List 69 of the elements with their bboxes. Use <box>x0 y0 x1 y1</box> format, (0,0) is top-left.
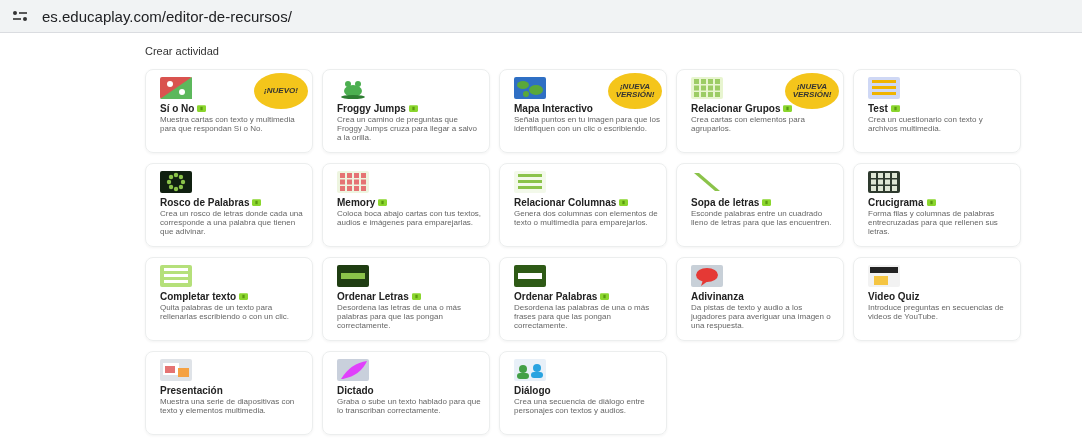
people-icon <box>514 359 546 381</box>
activity-title: Sí o No <box>160 103 195 114</box>
activity-card[interactable]: Dictado Graba o sube un texto hablado para que lo transcriban correctamente. <box>322 351 490 435</box>
activity-description: Quita palabras de un texto para rellenarlas escribiendo o con un clic. <box>160 303 290 321</box>
activity-title: Ordenar Letras <box>337 291 409 302</box>
activity-description: Crea un rosco de letras donde cada una corresponde a una palabra que tienen que adivinar. <box>160 209 304 236</box>
activity-title: Relacionar Columnas <box>514 197 617 208</box>
activity-card[interactable]: Sopa de letras Esconde palabras entre un cuadrado lleno de letras para que las encuentren. <box>676 163 844 247</box>
activity-description: Forma filas y columnas de palabras entrecruzadas para que rellenen sus letras. <box>868 209 999 236</box>
activity-title: Presentación <box>160 385 223 396</box>
question-bubble-icon <box>691 265 723 287</box>
card-grid-icon <box>337 171 369 193</box>
activity-title: Crucigrama <box>868 197 924 208</box>
map-icon <box>514 77 546 99</box>
activity-description: Crea una secuencia de diálogo entre personajes con textos y audios. <box>514 397 646 415</box>
activity-title: Video Quiz <box>868 291 920 302</box>
feather-icon <box>337 359 369 381</box>
new-seal: ¡NUEVA VERSIÓN! <box>608 73 662 109</box>
activity-description: Muestra una serie de diapositivas con texto y elementos multimedia. <box>160 397 296 415</box>
new-seal: ¡NUEVO! <box>254 73 308 109</box>
activity-title: Froggy Jumps <box>337 103 406 114</box>
activity-description: Crea cartas con elementos para agruparlos. <box>691 115 806 133</box>
activity-title: Sopa de letras <box>691 197 760 208</box>
activity-description: Crea un cuestionario con texto y archivos multimedia. <box>868 115 984 133</box>
activity-title: Relacionar Grupos <box>691 103 781 114</box>
activity-description: Muestra cartas con texto y multimedia para que respondan Sí o No. <box>160 115 296 133</box>
new-seal: ¡NUEVA VERSIÓN! <box>785 73 839 109</box>
site-settings-icon[interactable] <box>12 10 28 22</box>
activity-card[interactable]: Froggy Jumps Crea un camino de preguntas que Froggy Jumps cruza para llegar a salvo a la orilla. <box>322 69 490 153</box>
section-heading: Crear actividad <box>145 45 220 59</box>
slides-icon <box>160 359 192 381</box>
activity-card[interactable]: Presentación Muestra una serie de diapositivas con texto y elementos multimedia. <box>145 351 313 435</box>
activity-title: Test <box>868 103 888 114</box>
activity-card[interactable]: Crucigrama Forma filas y columnas de palabras entrecruzadas para que rellenen sus letras. <box>853 163 1021 247</box>
activity-card[interactable]: ¡NUEVA VERSIÓN! Relacionar Grupos Crea cartas con elementos para agruparlos. <box>676 69 844 153</box>
activity-description: Introduce preguntas en secuencias de videos de YouTube. <box>868 303 1005 321</box>
activity-title: Diálogo <box>514 385 551 396</box>
activity-card[interactable]: ¡NUEVA VERSIÓN! Mapa Interactivo Señala puntos en tu imagen para que los identifiquen con un clic o escribiendo. <box>499 69 667 153</box>
activity-card[interactable]: Memory Coloca boca abajo cartas con tus textos, audios e imágenes para emparejarlas. <box>322 163 490 247</box>
activity-description: Esconde palabras entre un cuadrado lleno de letras para que las encuentren. <box>691 209 833 227</box>
activity-description: Coloca boca abajo cartas con tus textos, audios e imágenes para emparejarlas. <box>337 209 483 227</box>
activity-description: Desordena las palabras de una o más frases para que las pongan correctamente. <box>514 303 651 330</box>
activity-title: Mapa Interactivo <box>514 103 593 114</box>
activity-title: Dictado <box>337 385 374 396</box>
activity-description: Genera dos columnas con elementos de texto o multimedia para emparejarlos. <box>514 209 659 227</box>
activity-card[interactable]: Diálogo Crea una secuencia de diálogo entre personajes con textos y audios. <box>499 351 667 435</box>
activity-title: Memory <box>337 197 376 208</box>
activity-description: Señala puntos en tu imagen para que los identifiquen con un clic o escribiendo. <box>514 115 660 133</box>
url-text[interactable]: es.educaplay.com/editor-de-recursos/ <box>42 7 292 25</box>
activity-description: Desordena las letras de una o más palabras para que las pongan correctamente. <box>337 303 463 330</box>
activity-title: Ordenar Palabras <box>514 291 598 302</box>
activity-card[interactable]: Video Quiz Introduce preguntas en secuencias de videos de YouTube. <box>853 257 1021 341</box>
activity-card[interactable]: Adivinanza Da pistas de texto y audio a los jugadores para averiguar una imagen o una respuesta. <box>676 257 844 341</box>
activity-card[interactable]: Test Crea un cuestionario con texto y archivos multimedia. <box>853 69 1021 153</box>
activity-description: Crea un camino de preguntas que Froggy Jumps cruza para llegar a salvo a la orilla. <box>337 115 479 142</box>
activity-description: Da pistas de texto y audio a los jugadores para averiguar una imagen o una respuesta. <box>691 303 832 330</box>
crossword-icon <box>868 171 900 193</box>
activity-title: Rosco de Palabras <box>160 197 250 208</box>
clapperboard-icon <box>868 265 900 287</box>
activity-title: Adivinanza <box>691 291 744 302</box>
activity-card[interactable]: Ordenar Palabras Desordena las palabras de una o más frases para que las pongan correctamente. <box>499 257 667 341</box>
activity-card[interactable]: Relacionar Columnas Genera dos columnas con elementos de texto o multimedia para emparejarlos. <box>499 163 667 247</box>
check-cross-icon <box>160 77 192 99</box>
activity-card[interactable]: Rosco de Palabras Crea un rosco de letras donde cada una corresponde a una palabra que tienen que adivinar. <box>145 163 313 247</box>
activity-description: Graba o sube un texto hablado para que lo transcriban correctamente. <box>337 397 482 415</box>
activity-card[interactable]: Completar texto Quita palabras de un texto para rellenarlas escribiendo o con un clic. <box>145 257 313 341</box>
activity-card[interactable]: ¡NUEVO! Sí o No Muestra cartas con texto y multimedia para que respondan Sí o No. <box>145 69 313 153</box>
activity-card[interactable]: Ordenar Letras Desordena las letras de una o más palabras para que las pongan correctamente. <box>322 257 490 341</box>
activity-title: Completar texto <box>160 291 237 302</box>
